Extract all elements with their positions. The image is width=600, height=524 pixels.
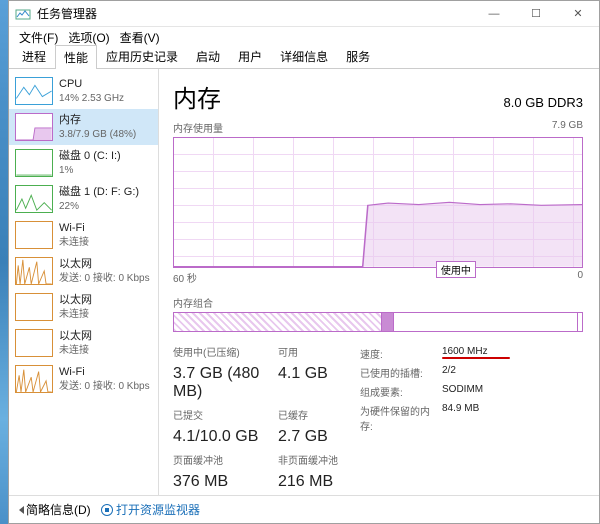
chevron-left-icon [19, 506, 24, 514]
menu-file[interactable]: 文件(F) [15, 29, 62, 46]
stat-label: 页面缓冲池 [173, 452, 278, 467]
stat-value: 2.7 GB [278, 428, 346, 446]
chart-title: 内存使用量 [173, 120, 223, 135]
tab-bar: 进程 性能 应用历史记录 启动 用户 详细信息 服务 [9, 47, 599, 69]
chart-x-left: 60 秒 [173, 270, 197, 285]
detail-label: 组成要素: [360, 384, 442, 399]
stat-label: 已提交 [173, 407, 278, 422]
tab-app-history[interactable]: 应用历史记录 [97, 44, 187, 68]
sidebar-item-sub: 1% [59, 164, 121, 177]
page-title: 内存 [173, 79, 221, 114]
menu-options[interactable]: 选项(O) [64, 29, 113, 46]
sidebar-item-sub: 发送: 0 接收: 0 Kbps [59, 272, 150, 285]
stats-left: 使用中(已压缩) 3.7 GB (480 MB)可用 4.1 GB已提交 4.1/10… [173, 344, 346, 491]
titlebar[interactable]: 任务管理器 — ☐ ✕ [9, 1, 599, 27]
stat-value: 3.7 GB (480 MB) [173, 365, 278, 401]
sidebar-item-8[interactable]: Wi-Fi发送: 0 接收: 0 Kbps [9, 361, 158, 397]
tab-performance[interactable]: 性能 [55, 45, 97, 69]
sidebar: CPU14% 2.53 GHz内存3.8/7.9 GB (48%)磁盘 0 (C… [9, 69, 159, 495]
sidebar-item-name: 内存 [59, 113, 136, 127]
detail-value: SODIMM [442, 384, 488, 399]
desktop-edge [0, 0, 8, 524]
tab-processes[interactable]: 进程 [13, 44, 55, 68]
sidebar-item-sub: 未连接 [59, 344, 92, 357]
sidebar-item-5[interactable]: 以太网发送: 0 接收: 0 Kbps [9, 253, 158, 289]
sidebar-item-4[interactable]: Wi-Fi未连接 [9, 217, 158, 253]
sidebar-item-name: Wi-Fi [59, 221, 89, 235]
sidebar-item-sub: 发送: 0 接收: 0 Kbps [59, 380, 150, 393]
highlight-underline [442, 357, 510, 359]
sidebar-item-2[interactable]: 磁盘 0 (C: I:)1% [9, 145, 158, 181]
menu-view[interactable]: 查看(V) [116, 29, 164, 46]
sidebar-item-name: 磁盘 1 (D: F: G:) [59, 185, 139, 199]
sidebar-item-name: CPU [59, 77, 124, 91]
tab-details[interactable]: 详细信息 [271, 44, 337, 68]
sidebar-item-1[interactable]: 内存3.8/7.9 GB (48%) [9, 109, 158, 145]
detail-label: 已使用的插槽: [360, 365, 442, 380]
stat-label: 可用 [278, 344, 346, 359]
stat-value: 4.1/10.0 GB [173, 428, 278, 446]
memory-capacity: 8.0 GB DDR3 [504, 95, 583, 110]
stat-label: 非页面缓冲池 [278, 452, 346, 467]
composition-free [394, 313, 578, 331]
sidebar-thumb-icon [15, 149, 53, 177]
sidebar-thumb-icon [15, 113, 53, 141]
sidebar-thumb-icon [15, 365, 53, 393]
detail-value: 2/2 [442, 365, 488, 380]
sidebar-item-name: Wi-Fi [59, 365, 150, 379]
memory-usage-chart: 使用中 [173, 137, 583, 268]
sidebar-thumb-icon [15, 329, 53, 357]
brief-info-toggle[interactable]: 简略信息(D) [19, 501, 91, 518]
sidebar-item-sub: 22% [59, 200, 139, 213]
close-button[interactable]: ✕ [557, 1, 599, 26]
task-manager-window: 任务管理器 — ☐ ✕ 文件(F) 选项(O) 查看(V) 进程 性能 应用历史… [8, 0, 600, 524]
chart-using-label: 使用中 [436, 261, 476, 278]
stat-label: 使用中(已压缩) [173, 344, 278, 359]
composition-in-use [174, 313, 382, 331]
stat-value: 216 MB [278, 473, 346, 491]
tab-services[interactable]: 服务 [337, 44, 379, 68]
stats-right: 速度:1600 MHz已使用的插槽:2/2组成要素:SODIMM为硬件保留的内存… [360, 346, 488, 491]
resmon-icon [101, 504, 113, 516]
sidebar-item-sub: 未连接 [59, 236, 89, 249]
detail-label: 为硬件保留的内存: [360, 403, 442, 433]
stat-label: 已缓存 [278, 407, 346, 422]
detail-label: 速度: [360, 346, 442, 361]
composition-modified [382, 313, 394, 331]
main-panel: 内存 8.0 GB DDR3 内存使用量 7.9 GB 使用中 60 秒 0 内… [159, 69, 599, 495]
open-resmon-link[interactable]: 打开资源监视器 [101, 501, 200, 518]
composition-label: 内存组合 [173, 295, 583, 310]
sidebar-item-0[interactable]: CPU14% 2.53 GHz [9, 73, 158, 109]
sidebar-item-7[interactable]: 以太网未连接 [9, 325, 158, 361]
sidebar-thumb-icon [15, 185, 53, 213]
footer: 简略信息(D) 打开资源监视器 [9, 495, 599, 523]
detail-value: 84.9 MB [442, 403, 488, 433]
sidebar-item-sub: 14% 2.53 GHz [59, 92, 124, 105]
chart-max: 7.9 GB [552, 120, 583, 135]
sidebar-item-sub: 3.8/7.9 GB (48%) [59, 128, 136, 141]
stat-value: 376 MB [173, 473, 278, 491]
sidebar-item-name: 以太网 [59, 293, 92, 307]
minimize-button[interactable]: — [473, 1, 515, 26]
tab-users[interactable]: 用户 [229, 44, 271, 68]
sidebar-item-6[interactable]: 以太网未连接 [9, 289, 158, 325]
sidebar-thumb-icon [15, 77, 53, 105]
memory-composition-chart [173, 312, 583, 332]
sidebar-thumb-icon [15, 293, 53, 321]
window-title: 任务管理器 [37, 5, 473, 22]
sidebar-item-name: 以太网 [59, 329, 92, 343]
sidebar-item-name: 磁盘 0 (C: I:) [59, 149, 121, 163]
sidebar-thumb-icon [15, 221, 53, 249]
sidebar-item-name: 以太网 [59, 257, 150, 271]
chart-x-right: 0 [577, 270, 583, 285]
stat-value: 4.1 GB [278, 365, 346, 401]
maximize-button[interactable]: ☐ [515, 1, 557, 26]
sidebar-item-sub: 未连接 [59, 308, 92, 321]
sidebar-thumb-icon [15, 257, 53, 285]
sidebar-item-3[interactable]: 磁盘 1 (D: F: G:)22% [9, 181, 158, 217]
tab-startup[interactable]: 启动 [187, 44, 229, 68]
app-icon [15, 6, 31, 22]
